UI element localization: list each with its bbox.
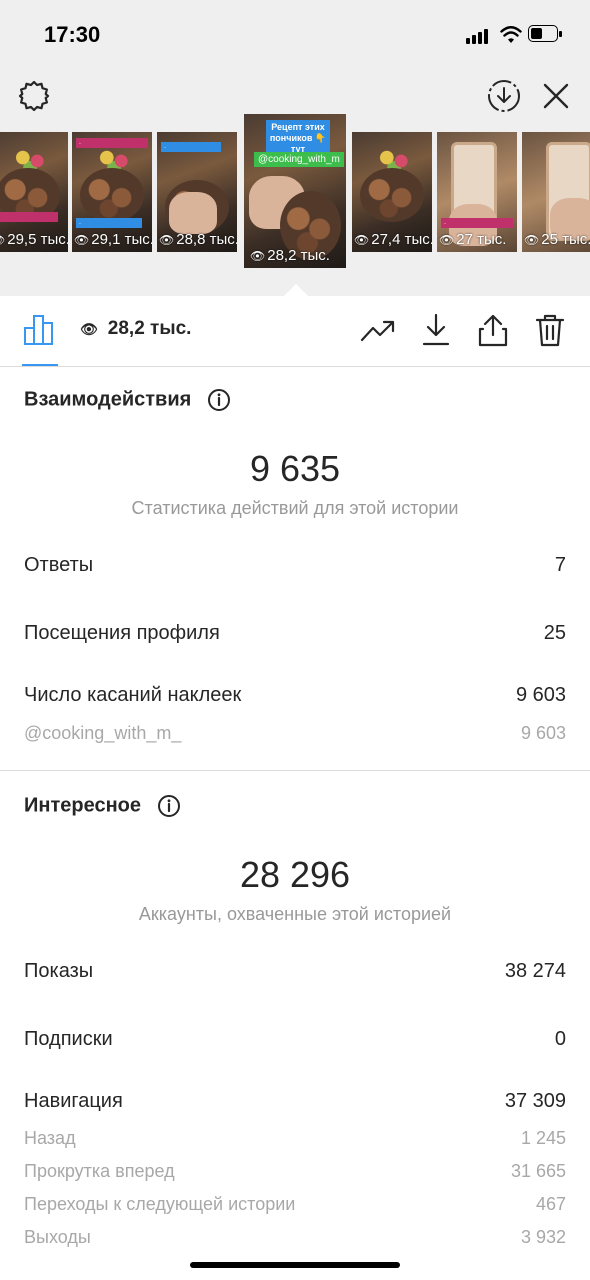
stat-value: 0 (554, 1028, 566, 1050)
settings-icon[interactable] (14, 76, 54, 116)
stat-row-navigation: Навигация 37 309 (24, 1090, 566, 1113)
eye-icon: 👁 (80, 321, 98, 337)
bar-chart-icon (24, 315, 53, 345)
interactions-title-text: Взаимодействия (24, 388, 192, 411)
thumbnail-views: 29,1 тыс. (91, 231, 152, 248)
stat-row-replies: Ответы 7 (24, 554, 566, 577)
share-button[interactable] (475, 312, 511, 348)
stat-label: Ответы (24, 554, 94, 576)
stat-subrow-back: Назад 1 245 (24, 1128, 566, 1149)
discovery-title-text: Интересное (24, 794, 141, 817)
status-time: 17:30 (44, 22, 101, 47)
info-icon[interactable] (207, 388, 231, 412)
thumbnail-views: 27,4 тыс. (371, 231, 432, 248)
signal-icon (466, 28, 492, 44)
thumbnail-views: 28,2 тыс. (267, 247, 330, 264)
story-thumbnail[interactable]: . 👁29,5 тыс. (0, 132, 68, 252)
section-divider (0, 770, 590, 771)
stat-label: @cooking_with_m_ (24, 723, 182, 743)
close-icon[interactable] (536, 76, 576, 116)
eye-icon: 👁 (524, 233, 540, 247)
story-thumbnail[interactable]: 👁 25 тыс. (522, 132, 590, 252)
stat-row-follows: Подписки 0 (24, 1028, 566, 1051)
stat-subrow-exits: Выходы 3 932 (24, 1227, 566, 1248)
story-thumbnails: . 👁29,5 тыс. . . 👁29,1 тыс. . 👁28,8 тыс.… (0, 114, 590, 270)
stat-subrow-mention: @cooking_with_m_ 9 603 (24, 723, 566, 744)
tab-underline (22, 364, 58, 366)
stat-value: 9 603 (515, 684, 566, 706)
discovery-caption: Аккаунты, охваченные этой историей (138, 904, 452, 924)
status-bar: 17:30 (0, 0, 590, 70)
eye-icon: 👁 (159, 233, 175, 247)
eye-icon: 👁 (74, 233, 90, 247)
stat-label: Прокрутка вперед (24, 1161, 175, 1181)
insights-tab[interactable] (22, 310, 58, 366)
stat-value: 31 665 (510, 1161, 566, 1181)
eye-icon: 👁 (354, 233, 370, 247)
trending-up-icon (360, 320, 395, 342)
stat-label: Назад (24, 1128, 76, 1148)
download-button[interactable] (418, 312, 454, 348)
stat-label: Навигация (24, 1090, 123, 1112)
stat-label: Показы (24, 960, 94, 982)
discovery-title: Интересное (24, 794, 181, 818)
eye-icon: 👁 (0, 233, 5, 247)
stat-value: 467 (535, 1194, 566, 1214)
promote-button[interactable] (360, 312, 396, 348)
discovery-total: 28 296 (239, 854, 351, 895)
save-story-icon[interactable] (484, 76, 524, 116)
info-icon[interactable] (157, 794, 181, 818)
share-icon (478, 314, 508, 347)
wifi-icon (500, 26, 522, 43)
stat-value: 7 (554, 554, 566, 576)
stat-label: Выходы (24, 1227, 91, 1247)
trash-icon (535, 314, 565, 347)
stat-row-sticker-taps: Число касаний наклеек 9 603 (24, 684, 566, 707)
interactions-title: Взаимодействия (24, 388, 231, 412)
delete-button[interactable] (532, 312, 568, 348)
stat-label: Число касаний наклеек (24, 684, 242, 706)
stat-value: 3 932 (520, 1227, 566, 1247)
insights-toolbar: 👁 28,2 тыс. (0, 296, 590, 367)
story-thumbnail-active[interactable]: Рецепт этих пончиков 👇 тут @cooking_with… (244, 114, 346, 268)
stat-label: Посещения профиля (24, 622, 220, 644)
stat-value: 37 309 (504, 1090, 566, 1112)
eye-icon: 👁 (439, 233, 455, 247)
thumbnail-views: 28,8 тыс. (176, 231, 237, 248)
story-mention: @cooking_with_m (254, 152, 344, 167)
story-thumbnail[interactable]: 👁 27,4 тыс. (352, 132, 432, 252)
eye-icon: 👁 (250, 249, 266, 263)
stat-value: 25 (543, 622, 566, 644)
stat-subrow-forward: Прокрутка вперед 31 665 (24, 1161, 566, 1182)
story-thumbnail[interactable]: . 👁 28,8 тыс. (157, 132, 237, 252)
interactions-caption: Статистика действий для этой истории (131, 498, 459, 518)
stat-label: Подписки (24, 1028, 113, 1050)
stat-row-impressions: Показы 38 274 (24, 960, 566, 983)
download-icon (422, 313, 450, 346)
stat-subrow-next-story: Переходы к следующей истории 467 (24, 1194, 566, 1215)
home-indicator[interactable] (190, 1262, 400, 1268)
interactions-total: 9 635 (249, 448, 341, 489)
stat-value: 9 603 (520, 723, 566, 743)
thumbnail-views: 29,5 тыс. (7, 231, 68, 248)
thumbnail-views: 25 тыс. (541, 231, 590, 248)
stat-row-profile-visits: Посещения профиля 25 (24, 622, 566, 645)
story-views: 👁 28,2 тыс. (80, 318, 191, 340)
views-value: 28,2 тыс. (107, 318, 192, 339)
story-thumbnail[interactable]: . 👁 27 тыс. (437, 132, 517, 252)
story-thumbnail[interactable]: . . 👁 29,1 тыс. (72, 132, 152, 252)
stat-value: 38 274 (504, 960, 566, 982)
thumbnail-views: 27 тыс. (456, 231, 507, 248)
stat-value: 1 245 (520, 1128, 566, 1148)
battery-icon (528, 25, 564, 44)
stat-label: Переходы к следующей истории (24, 1194, 296, 1214)
